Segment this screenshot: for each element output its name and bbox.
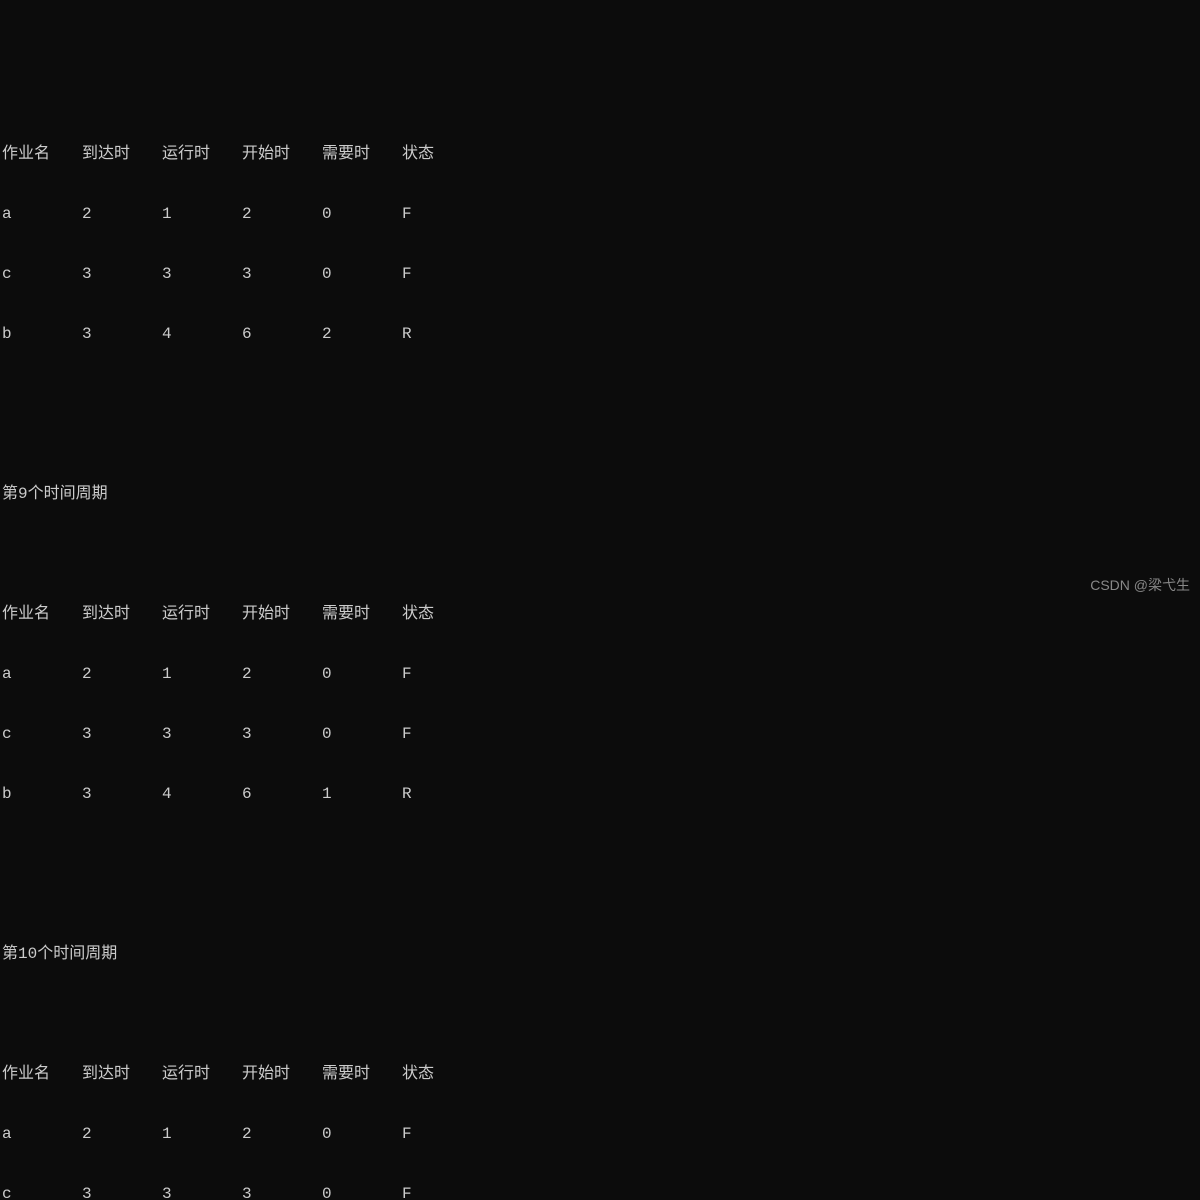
blank-line: [2, 844, 1198, 864]
terminal-output: 作业名 到达时 运行时 开始时 需要时 状态 a 2 1 2 0 F c 3 3…: [0, 80, 1200, 1200]
col-header: 到达时: [82, 144, 162, 164]
col-header: 运行时: [162, 604, 242, 624]
col-header: 状态: [402, 604, 482, 624]
col-header: 作业名: [2, 1064, 82, 1084]
col-header: 需要时: [322, 144, 402, 164]
cycle-label: 第10个时间周期: [2, 944, 1198, 964]
col-header: 状态: [402, 1064, 482, 1084]
table-row: a 2 1 2 0 F: [2, 204, 1198, 224]
table-header: 作业名 到达时 运行时 开始时 需要时 状态: [2, 1064, 1198, 1084]
col-header: 需要时: [322, 604, 402, 624]
col-header: 开始时: [242, 144, 322, 164]
table-header: 作业名 到达时 运行时 开始时 需要时 状态: [2, 604, 1198, 624]
col-header: 需要时: [322, 1064, 402, 1084]
table-row: b 3 4 6 2 R: [2, 324, 1198, 344]
table-row: c 3 3 3 0 F: [2, 264, 1198, 284]
col-header: 开始时: [242, 1064, 322, 1084]
col-header: 到达时: [82, 1064, 162, 1084]
table-row: c 3 3 3 0 F: [2, 724, 1198, 744]
blank-line: [2, 384, 1198, 404]
col-header: 状态: [402, 144, 482, 164]
cycle-label: 第9个时间周期: [2, 484, 1198, 504]
col-header: 运行时: [162, 144, 242, 164]
col-header: 运行时: [162, 1064, 242, 1084]
col-header: 到达时: [82, 604, 162, 624]
col-header: 作业名: [2, 144, 82, 164]
table-row: c 3 3 3 0 F: [2, 1184, 1198, 1200]
table-row: b 3 4 6 1 R: [2, 784, 1198, 804]
table-header: 作业名 到达时 运行时 开始时 需要时 状态: [2, 144, 1198, 164]
blank-line: [2, 1004, 1198, 1024]
table-row: a 2 1 2 0 F: [2, 664, 1198, 684]
blank-line: [2, 544, 1198, 564]
col-header: 作业名: [2, 604, 82, 624]
col-header: 开始时: [242, 604, 322, 624]
table-row: a 2 1 2 0 F: [2, 1124, 1198, 1144]
watermark: CSDN @梁弋生: [1090, 577, 1190, 595]
